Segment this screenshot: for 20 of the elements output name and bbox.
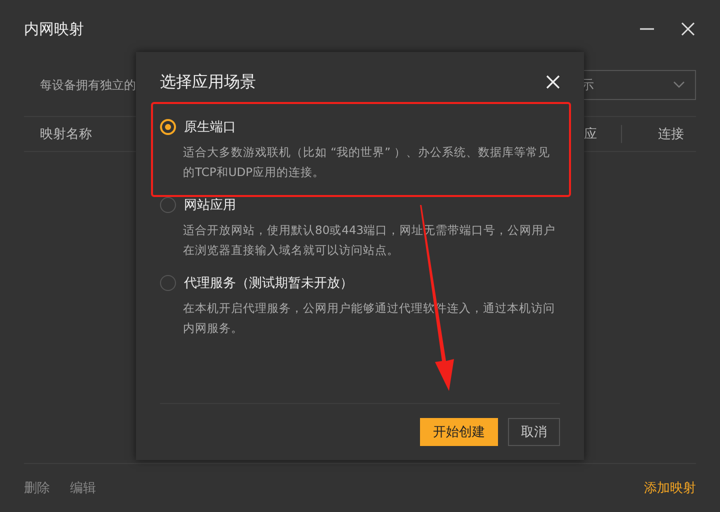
create-button[interactable]: 开始创建 <box>420 418 498 446</box>
add-mapping-link[interactable]: 添加映射 <box>644 479 696 497</box>
chevron-icon <box>673 81 685 89</box>
option-label[interactable]: 代理服务（测试期暂未开放） <box>184 274 353 292</box>
option-description: 适合大多数游戏联机（比如 “我的世界” ）、办公系统、数据库等常见的TCP和UDP应用的连接。 <box>183 144 552 181</box>
description-text: 每设备拥有独立的 <box>40 76 136 94</box>
radio-button[interactable] <box>160 275 176 291</box>
radio-button[interactable] <box>160 197 176 213</box>
close-icon[interactable] <box>680 21 696 37</box>
column-header: 连接 <box>657 126 685 143</box>
footer-link[interactable]: 编辑 <box>70 479 96 497</box>
cancel-button[interactable]: 取消 <box>508 418 560 446</box>
column-header: 映射名称 <box>39 126 92 143</box>
window-title: 内网映射 <box>24 20 84 38</box>
radio-button[interactable] <box>160 119 176 135</box>
dialog-title: 选择应用场景 <box>160 72 256 92</box>
close-icon[interactable] <box>546 75 560 89</box>
footer-link[interactable]: 删除 <box>24 479 50 497</box>
option-label[interactable]: 原生端口 <box>184 118 236 136</box>
option-label[interactable]: 网站应用 <box>184 196 236 214</box>
